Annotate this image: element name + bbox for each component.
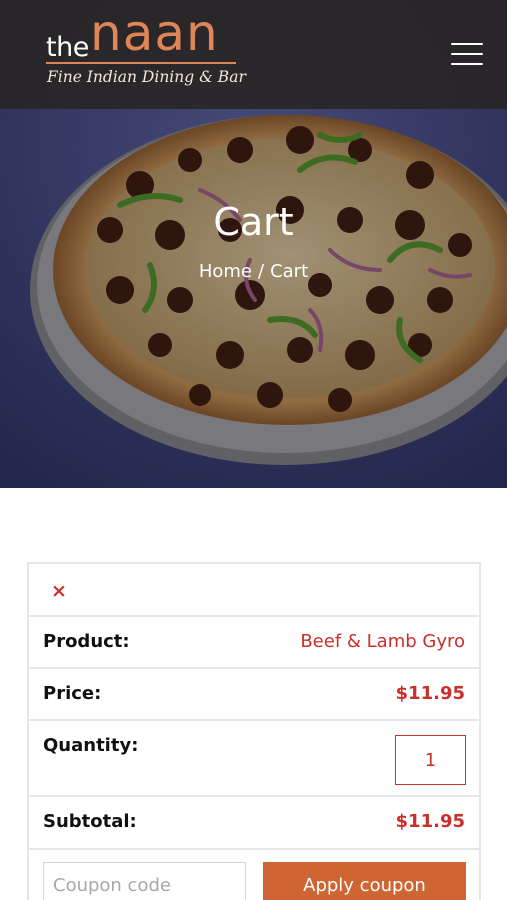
menu-bar-top [451,43,483,45]
subtotal-label: Subtotal: [43,811,137,832]
product-name-link[interactable]: Beef & Lamb Gyro [300,631,465,652]
menu-bar-middle [451,53,483,55]
coupon-code-input[interactable] [43,862,246,900]
product-label: Product: [43,631,130,652]
cart-table: × Product: Beef & Lamb Gyro Price: $11.9… [27,562,481,900]
breadcrumb: Home / Cart [0,261,507,282]
price-label: Price: [43,683,102,704]
menu-bar-bottom [451,63,483,65]
logo-naan-text: naan [90,4,219,62]
breadcrumb-current: Cart [270,261,309,282]
quantity-label: Quantity: [43,735,139,756]
logo-divider [46,62,236,64]
breadcrumb-home-link[interactable]: Home [199,261,252,282]
cart-product-row: Product: Beef & Lamb Gyro [29,617,479,669]
page-title: Cart [213,200,294,244]
hamburger-menu-icon[interactable] [451,42,483,66]
quantity-input[interactable] [395,735,466,785]
breadcrumb-separator: / [258,261,265,282]
cart-remove-row: × [29,564,479,617]
cart-subtotal-row: Subtotal: $11.95 [29,797,479,850]
apply-coupon-button[interactable]: Apply coupon [263,862,466,900]
site-logo[interactable]: the naan Fine Indian Dining & Bar [46,8,246,96]
logo-tagline: Fine Indian Dining & Bar [47,68,246,86]
logo-the-text: the [46,32,89,63]
close-icon[interactable]: × [51,580,67,602]
cart-price-row: Price: $11.95 [29,669,479,721]
subtotal-value: $11.95 [395,811,465,832]
cart-quantity-row: Quantity: [29,721,479,797]
price-value: $11.95 [395,683,465,704]
site-header: the naan Fine Indian Dining & Bar [0,0,507,109]
